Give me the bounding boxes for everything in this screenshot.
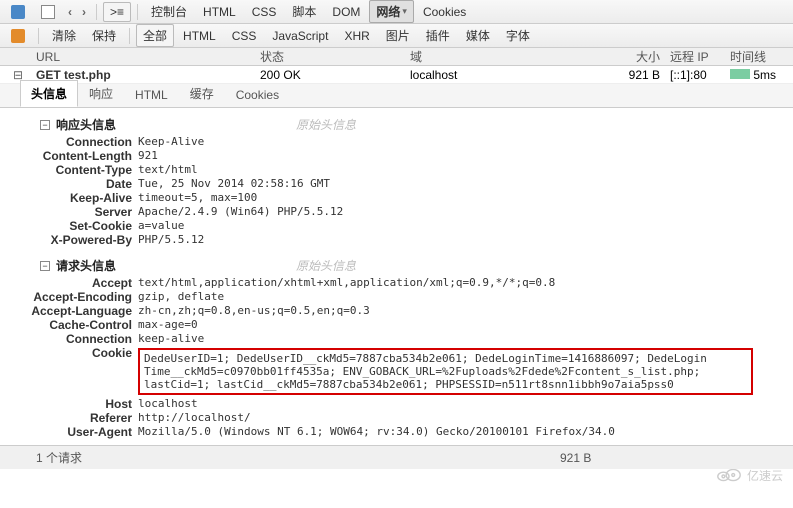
- tab-css[interactable]: CSS: [245, 2, 284, 22]
- separator: [137, 4, 138, 20]
- header-row: User-AgentMozilla/5.0 (Windows NT 6.1; W…: [0, 425, 793, 439]
- collapse-icon[interactable]: −: [40, 120, 50, 130]
- filter-js[interactable]: JavaScript: [265, 26, 335, 46]
- request-section-header: − 请求头信息 原始头信息: [0, 255, 793, 276]
- header-row-cookie: CookieDedeUserID=1; DedeUserID__ckMd5=78…: [0, 346, 793, 397]
- header-row: Cache-Controlmax-age=0: [0, 318, 793, 332]
- tab-headers[interactable]: 头信息: [20, 80, 78, 107]
- filter-all[interactable]: 全部: [136, 24, 174, 47]
- clear-button[interactable]: 清除: [45, 24, 83, 47]
- tab-response[interactable]: 响应: [78, 80, 124, 107]
- raw-link[interactable]: 原始头信息: [296, 116, 356, 133]
- col-timeline[interactable]: 时间线: [730, 48, 793, 65]
- request-domain: localhost: [410, 68, 610, 82]
- filter-html[interactable]: HTML: [176, 26, 223, 46]
- headers-pane: − 响应头信息 原始头信息 ConnectionKeep-Alive Conte…: [0, 108, 793, 445]
- nav-back[interactable]: ‹: [64, 5, 76, 19]
- request-count: 1 个请求: [36, 449, 82, 466]
- detail-tabs: 头信息 响应 HTML 缓存 Cookies: [0, 84, 793, 108]
- main-toolbar: ‹ › >≡ 控制台 HTML CSS 脚本 DOM 网络▾ Cookies: [0, 0, 793, 24]
- header-row: Accept-Encodinggzip, deflate: [0, 290, 793, 304]
- col-size[interactable]: 大小: [610, 48, 670, 65]
- tab-script[interactable]: 脚本: [285, 0, 323, 23]
- header-row: Hostlocalhost: [0, 397, 793, 411]
- header-row: DateTue, 25 Nov 2014 02:58:16 GMT: [0, 177, 793, 191]
- tab-html[interactable]: HTML: [196, 2, 243, 22]
- raw-link[interactable]: 原始头信息: [296, 257, 356, 274]
- request-remote-ip: [::1]:80: [670, 68, 730, 82]
- filter-images[interactable]: 图片: [379, 24, 417, 47]
- tab-network[interactable]: 网络▾: [369, 0, 414, 23]
- tab-cache[interactable]: 缓存: [179, 80, 225, 107]
- request-status: 200 OK: [260, 68, 410, 82]
- console-toggle-icon[interactable]: >≡: [103, 2, 131, 22]
- header-row: Set-Cookiea=value: [0, 219, 793, 233]
- col-domain[interactable]: 域: [410, 48, 610, 65]
- response-title: 响应头信息: [56, 116, 116, 133]
- header-row: Content-Length921: [0, 149, 793, 163]
- tab-cookies[interactable]: Cookies: [416, 2, 473, 22]
- total-size: 921 B: [560, 451, 591, 465]
- filter-plugins[interactable]: 插件: [419, 24, 457, 47]
- tab-cookies-detail[interactable]: Cookies: [225, 83, 290, 107]
- nav-fwd[interactable]: ›: [78, 5, 90, 19]
- column-headers: URL 状态 域 大小 远程 IP 时间线: [0, 48, 793, 66]
- header-row: ConnectionKeep-Alive: [0, 135, 793, 149]
- request-size: 921 B: [610, 68, 670, 82]
- request-timeline: 5ms: [730, 68, 793, 82]
- separator: [129, 28, 130, 44]
- request-title: 请求头信息: [56, 257, 116, 274]
- chevron-down-icon: ▾: [402, 6, 407, 17]
- filter-media[interactable]: 媒体: [459, 24, 497, 47]
- cookie-highlight: DedeUserID=1; DedeUserID__ckMd5=7887cba5…: [138, 348, 753, 395]
- filter-fonts[interactable]: 字体: [499, 24, 537, 47]
- persist-button[interactable]: 保持: [85, 24, 123, 47]
- header-row: ServerApache/2.4.9 (Win64) PHP/5.5.12: [0, 205, 793, 219]
- firebug-icon[interactable]: [4, 2, 32, 22]
- col-remote-ip[interactable]: 远程 IP: [670, 48, 730, 65]
- filter-toolbar: 清除 保持 全部 HTML CSS JavaScript XHR 图片 插件 媒…: [0, 24, 793, 48]
- collapse-icon[interactable]: −: [40, 261, 50, 271]
- separator: [38, 28, 39, 44]
- filter-xhr[interactable]: XHR: [337, 26, 376, 46]
- tab-console[interactable]: 控制台: [144, 0, 194, 23]
- separator: [96, 4, 97, 20]
- inspect-icon[interactable]: [34, 2, 62, 22]
- break-icon[interactable]: [4, 26, 32, 46]
- col-status[interactable]: 状态: [260, 48, 410, 65]
- status-bar: 1 个请求 921 B: [0, 445, 793, 469]
- header-row: Refererhttp://localhost/: [0, 411, 793, 425]
- header-row: X-Powered-ByPHP/5.5.12: [0, 233, 793, 247]
- header-row: Connectionkeep-alive: [0, 332, 793, 346]
- header-row: Accept-Languagezh-cn,zh;q=0.8,en-us;q=0.…: [0, 304, 793, 318]
- header-row: Content-Typetext/html: [0, 163, 793, 177]
- filter-css[interactable]: CSS: [225, 26, 264, 46]
- tab-dom[interactable]: DOM: [325, 2, 367, 22]
- response-section-header: − 响应头信息 原始头信息: [0, 114, 793, 135]
- col-url[interactable]: URL: [0, 50, 260, 64]
- tab-html-body[interactable]: HTML: [124, 83, 179, 107]
- header-row: Accepttext/html,application/xhtml+xml,ap…: [0, 276, 793, 290]
- header-row: Keep-Alivetimeout=5, max=100: [0, 191, 793, 205]
